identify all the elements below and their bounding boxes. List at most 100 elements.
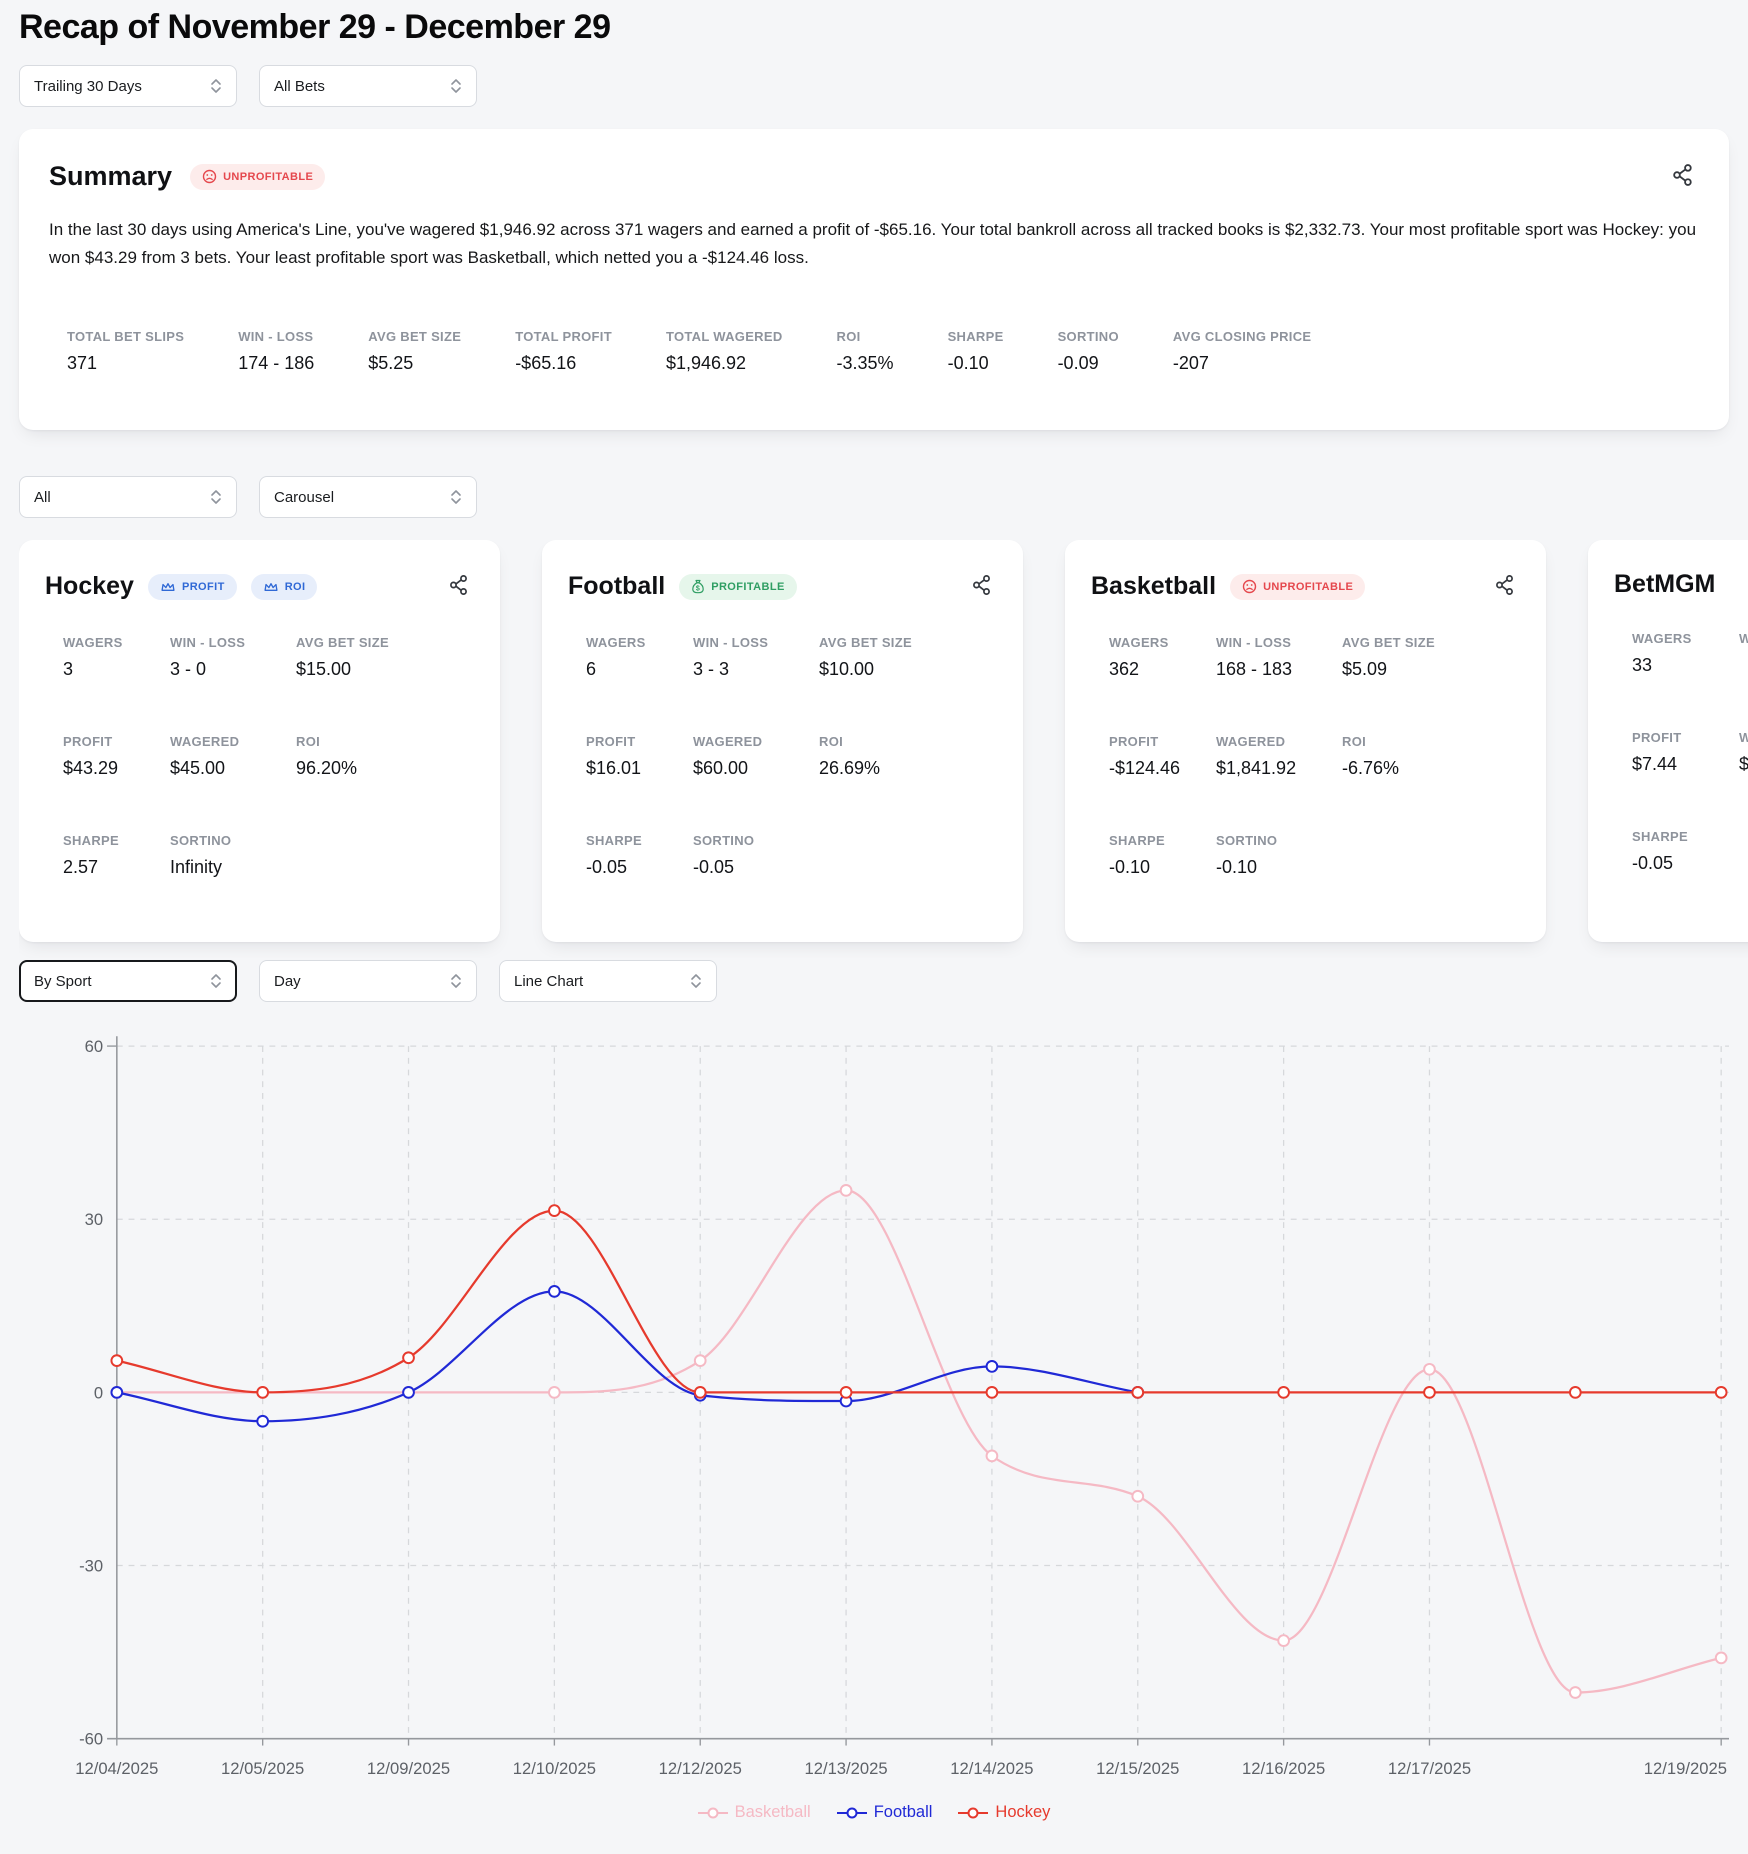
roi-badge: ROI [251, 574, 318, 600]
x-axis-label: 12/13/2025 [804, 1759, 887, 1778]
hockey-data-point-8[interactable] [1278, 1387, 1289, 1398]
summary-share-button[interactable] [1667, 159, 1699, 194]
football-card-title: Football [568, 572, 665, 601]
line-marker-icon [958, 1807, 988, 1819]
carousel-filter-row: All Carousel [19, 476, 1729, 518]
chart-type-select-value: Line Chart [514, 973, 583, 990]
chevron-updown-icon [450, 972, 462, 990]
basketball-data-point-4[interactable] [695, 1355, 706, 1366]
y-axis-label: -60 [79, 1730, 103, 1749]
football-share-button[interactable] [967, 570, 997, 603]
y-axis-label: 60 [85, 1037, 103, 1056]
stat-avg-closing-price: AVG CLOSING PRICE-207 [1173, 329, 1311, 374]
hockey-data-point-9[interactable] [1424, 1387, 1435, 1398]
x-axis-label: 12/19/2025 [1644, 1759, 1727, 1778]
profit-badge: PROFIT [148, 574, 237, 600]
hockey-roi: ROI96.20% [296, 734, 474, 779]
football-roi: ROI26.69% [819, 734, 997, 779]
basketball-share-button[interactable] [1490, 570, 1520, 603]
hockey-data-point-6[interactable] [987, 1387, 998, 1398]
hockey-avg-bet-size: AVG BET SIZE$15.00 [296, 635, 474, 680]
hockey-sharpe: SHARPE2.57 [63, 833, 170, 878]
basketball-data-point-8[interactable] [1278, 1635, 1289, 1646]
chevron-updown-icon [210, 77, 222, 95]
summary-card: Summary UNPROFITABLE In the last 30 days… [19, 129, 1729, 430]
football-line [117, 1291, 1138, 1421]
hockey-wagered: WAGERED$45.00 [170, 734, 296, 779]
basketball-profit: PROFIT-$124.46 [1109, 734, 1216, 779]
basketball-data-point-10[interactable] [1570, 1687, 1581, 1698]
share-icon [971, 574, 993, 596]
stat-win-loss: WIN - LOSS174 - 186 [238, 329, 314, 374]
hockey-data-point-4[interactable] [695, 1387, 706, 1398]
chevron-updown-icon [450, 488, 462, 506]
legend-item-football[interactable]: Football [837, 1803, 933, 1822]
svg-text:$: $ [696, 586, 700, 593]
basketball-sharpe: SHARPE-0.10 [1109, 833, 1216, 878]
football-data-point-1[interactable] [257, 1416, 268, 1427]
view-select-value: Carousel [274, 489, 334, 506]
group-select[interactable]: All [19, 476, 237, 518]
hockey-win-loss: WIN - LOSS3 - 0 [170, 635, 296, 680]
hockey-share-button[interactable] [444, 570, 474, 603]
legend-item-hockey[interactable]: Hockey [958, 1803, 1050, 1822]
hockey-card: Hockey PROFIT ROI WAGERS3 WIN - L [19, 540, 500, 942]
basketball-data-point-5[interactable] [841, 1185, 852, 1196]
line-marker-icon [698, 1807, 728, 1819]
share-icon [1671, 163, 1695, 187]
stat-avg-bet-size: AVG BET SIZE$5.25 [368, 329, 461, 374]
top-filter-row: Trailing 30 Days All Bets [19, 65, 1729, 107]
hockey-data-point-3[interactable] [549, 1205, 560, 1216]
betmgm-col2-clipped: W [1739, 631, 1748, 676]
summary-text: In the last 30 days using America's Line… [49, 216, 1699, 271]
hockey-data-point-0[interactable] [111, 1355, 122, 1366]
profit-line-chart: 60300-30-6012/04/202512/05/202512/09/202… [19, 1024, 1729, 1822]
page-title: Recap of November 29 - December 29 [19, 8, 1729, 47]
y-axis-label: 30 [85, 1210, 103, 1229]
y-axis-label: 0 [94, 1383, 103, 1402]
basketball-data-point-3[interactable] [549, 1387, 560, 1398]
x-axis-label: 12/16/2025 [1242, 1759, 1325, 1778]
sport-carousel: Hockey PROFIT ROI WAGERS3 WIN - L [19, 540, 1748, 958]
stat-total-wagered: TOTAL WAGERED$1,946.92 [666, 329, 783, 374]
share-icon [448, 574, 470, 596]
stat-sharpe: SHARPE-0.10 [948, 329, 1004, 374]
hockey-data-point-7[interactable] [1132, 1387, 1143, 1398]
football-data-point-3[interactable] [549, 1286, 560, 1297]
hockey-card-title: Hockey [45, 572, 134, 601]
betmgm-sharpe: SHARPE-0.05 [1632, 829, 1739, 874]
view-select[interactable]: Carousel [259, 476, 477, 518]
legend-item-basketball[interactable]: Basketball [698, 1803, 811, 1822]
x-axis-label: 12/14/2025 [950, 1759, 1033, 1778]
football-data-point-2[interactable] [403, 1387, 414, 1398]
basketball-data-point-11[interactable] [1716, 1653, 1727, 1664]
breakdown-select[interactable]: By Sport [19, 960, 237, 1002]
hockey-data-point-1[interactable] [257, 1387, 268, 1398]
period-select[interactable]: Trailing 30 Days [19, 65, 237, 107]
bets-select[interactable]: All Bets [259, 65, 477, 107]
basketball-data-point-6[interactable] [987, 1451, 998, 1462]
stat-sortino: SORTINO-0.09 [1058, 329, 1119, 374]
basketball-data-point-7[interactable] [1132, 1491, 1143, 1502]
hockey-data-point-11[interactable] [1716, 1387, 1727, 1398]
hockey-data-point-2[interactable] [403, 1352, 414, 1363]
basketball-data-point-9[interactable] [1424, 1364, 1435, 1375]
football-data-point-6[interactable] [987, 1361, 998, 1372]
hockey-data-point-5[interactable] [841, 1387, 852, 1398]
summary-stats-row: TOTAL BET SLIPS371 WIN - LOSS174 - 186 A… [49, 329, 1699, 374]
chart-type-select[interactable]: Line Chart [499, 960, 717, 1002]
basketball-card: Basketball UNPROFITABLE WAGERS362 WIN - … [1065, 540, 1546, 942]
period-select-value: Trailing 30 Days [34, 78, 142, 95]
chart-canvas: 60300-30-6012/04/202512/05/202512/09/202… [19, 1024, 1729, 1796]
x-axis-label: 12/05/2025 [221, 1759, 304, 1778]
betmgm-card-title: BetMGM [1614, 570, 1715, 599]
stat-total-bet-slips: TOTAL BET SLIPS371 [67, 329, 184, 374]
basketball-line [117, 1190, 1721, 1692]
money-bag-icon: $ [691, 579, 705, 594]
summary-title: Summary [49, 161, 172, 192]
interval-select[interactable]: Day [259, 960, 477, 1002]
hockey-data-point-10[interactable] [1570, 1387, 1581, 1398]
interval-select-value: Day [274, 973, 301, 990]
hockey-wagers: WAGERS3 [63, 635, 170, 680]
football-data-point-0[interactable] [111, 1387, 122, 1398]
